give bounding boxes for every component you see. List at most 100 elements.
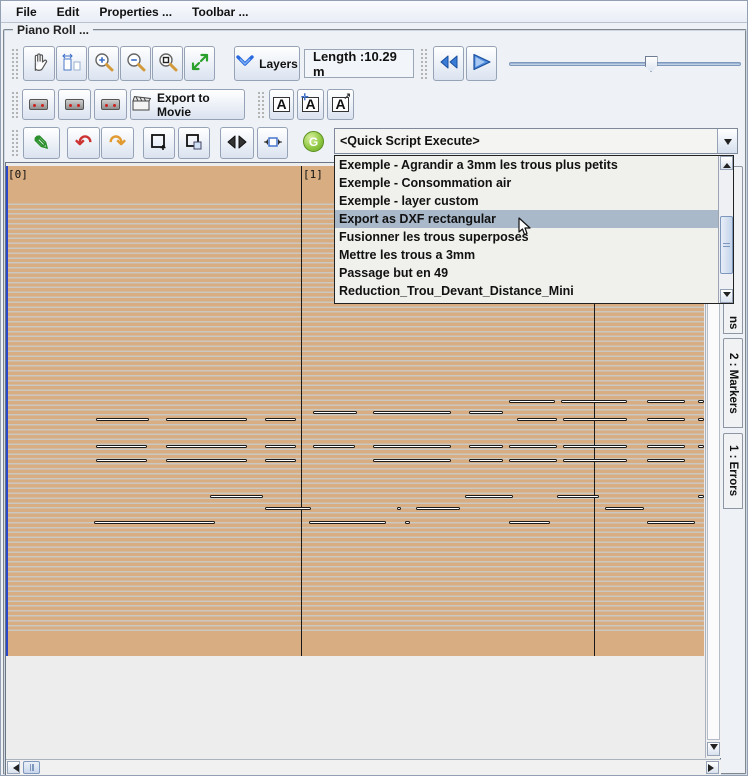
move-text-button[interactable]: A ↗ — [327, 89, 354, 120]
note-hole[interactable] — [517, 418, 557, 421]
dropdown-item[interactable]: Reduction_Trou_Devant_Distance_Mini — [335, 282, 719, 300]
dropdown-scrollbar-thumb[interactable] — [720, 216, 733, 274]
note-hole[interactable] — [469, 411, 503, 414]
note-hole[interactable] — [698, 445, 704, 448]
horizontal-scrollbar[interactable] — [6, 759, 721, 775]
dropdown-item[interactable]: Exemple - Agrandir a 3mm les trous plus … — [335, 156, 719, 174]
zoom-slider-thumb[interactable] — [645, 56, 658, 72]
scroll-left-button[interactable] — [7, 761, 20, 774]
menu-edit[interactable]: Edit — [48, 3, 89, 21]
note-hole[interactable] — [509, 521, 550, 524]
note-hole[interactable] — [509, 400, 555, 403]
note-hole[interactable] — [96, 445, 147, 448]
note-hole[interactable] — [509, 459, 557, 462]
note-hole[interactable] — [647, 418, 685, 421]
rect-copy-button[interactable] — [178, 127, 210, 159]
note-hole[interactable] — [265, 418, 296, 421]
quick-script-combobox[interactable]: <Quick Script Execute> — [334, 128, 738, 154]
rect-select-button[interactable] — [143, 127, 175, 159]
roll-view-button-1[interactable] — [22, 89, 55, 120]
roll-view-button-3[interactable] — [94, 89, 127, 120]
measure-width-button[interactable] — [56, 46, 87, 81]
note-hole[interactable] — [373, 445, 451, 448]
note-hole[interactable] — [397, 507, 401, 510]
stretch-notes-button[interactable] — [220, 127, 254, 159]
note-hole[interactable] — [509, 445, 557, 448]
note-hole[interactable] — [313, 411, 357, 414]
note-hole[interactable] — [405, 521, 410, 524]
note-hole[interactable] — [94, 521, 215, 524]
toolbar1-drag-handle[interactable] — [11, 48, 20, 79]
note-hole[interactable] — [698, 400, 704, 403]
resize-box-button[interactable] — [257, 127, 288, 159]
text-tools-drag-handle[interactable] — [257, 91, 266, 118]
redo-button[interactable]: ↷ — [101, 127, 134, 159]
dropdown-scrollbar[interactable] — [718, 156, 733, 303]
note-hole[interactable] — [698, 418, 704, 421]
note-hole[interactable] — [698, 495, 704, 498]
tab-errors[interactable]: 1 : Errors — [723, 433, 743, 509]
dropdown-scroll-up-button[interactable] — [720, 156, 733, 170]
note-hole[interactable] — [96, 459, 147, 462]
scroll-right-button[interactable] — [706, 761, 719, 774]
note-hole[interactable] — [416, 507, 460, 510]
note-hole[interactable] — [647, 521, 695, 524]
note-hole[interactable] — [469, 459, 503, 462]
run-script-button[interactable]: G — [303, 131, 324, 152]
note-hole[interactable] — [210, 495, 263, 498]
zoom-out-button[interactable] — [120, 46, 151, 81]
note-hole[interactable] — [309, 521, 386, 524]
toolbar2-drag-handle[interactable] — [11, 91, 20, 118]
note-hole[interactable] — [265, 507, 311, 510]
menu-toolbar[interactable]: Toolbar ... — [183, 3, 257, 21]
note-hole[interactable] — [166, 459, 247, 462]
note-hole[interactable] — [605, 507, 644, 510]
note-hole[interactable] — [563, 418, 627, 421]
note-hole[interactable] — [563, 459, 627, 462]
note-hole[interactable] — [563, 445, 627, 448]
note-hole[interactable] — [647, 400, 685, 403]
zoom-slider[interactable] — [509, 53, 741, 75]
dropdown-item[interactable]: Exemple - layer custom — [335, 192, 719, 210]
zoom-in-button[interactable] — [88, 46, 119, 81]
note-hole[interactable] — [561, 400, 627, 403]
horizontal-scrollbar-thumb[interactable] — [23, 761, 40, 774]
tab-markers[interactable]: 2 : Markers — [723, 338, 743, 428]
layers-button[interactable]: Layers — [234, 46, 300, 81]
zoom-slider-track[interactable] — [509, 62, 741, 66]
note-hole[interactable] — [557, 495, 599, 498]
note-hole[interactable] — [373, 411, 451, 414]
zoom-region-button[interactable] — [152, 46, 183, 81]
dropdown-item-clipped[interactable]: Scindation — [335, 300, 719, 304]
note-hole[interactable] — [469, 445, 503, 448]
play-button[interactable] — [466, 46, 497, 81]
note-hole[interactable] — [96, 418, 149, 421]
note-hole[interactable] — [647, 445, 685, 448]
text-tool-button[interactable]: A — [269, 89, 294, 120]
menu-file[interactable]: File — [7, 3, 46, 21]
add-text-button[interactable]: A ✛ — [297, 89, 324, 120]
roll-view-button-2[interactable] — [58, 89, 91, 120]
note-hole[interactable] — [373, 459, 451, 462]
note-hole[interactable] — [465, 495, 513, 498]
dropdown-scroll-down-button[interactable] — [720, 289, 733, 303]
scroll-down-button[interactable] — [707, 742, 720, 756]
menu-properties[interactable]: Properties ... — [90, 3, 181, 21]
rewind-button[interactable] — [433, 46, 464, 81]
note-hole[interactable] — [265, 459, 296, 462]
note-hole[interactable] — [647, 459, 685, 462]
note-hole[interactable] — [313, 445, 355, 448]
dropdown-item[interactable]: Mettre les trous a 3mm — [335, 246, 719, 264]
pencil-tool-button[interactable]: ✎ — [23, 127, 60, 159]
combobox-dropdown-button[interactable] — [717, 129, 737, 153]
dropdown-item[interactable]: Passage but en 49 — [335, 264, 719, 282]
note-hole[interactable] — [265, 445, 296, 448]
zoom-fit-button[interactable] — [184, 46, 215, 81]
note-hole[interactable] — [166, 445, 247, 448]
transport-drag-handle[interactable] — [420, 48, 429, 79]
note-hole[interactable] — [166, 418, 247, 421]
toolbar3-drag-handle[interactable] — [11, 129, 20, 157]
export-to-movie-button[interactable]: Export to Movie — [130, 89, 245, 120]
dropdown-item[interactable]: Exemple - Consommation air — [335, 174, 719, 192]
pan-hand-button[interactable] — [23, 46, 55, 81]
